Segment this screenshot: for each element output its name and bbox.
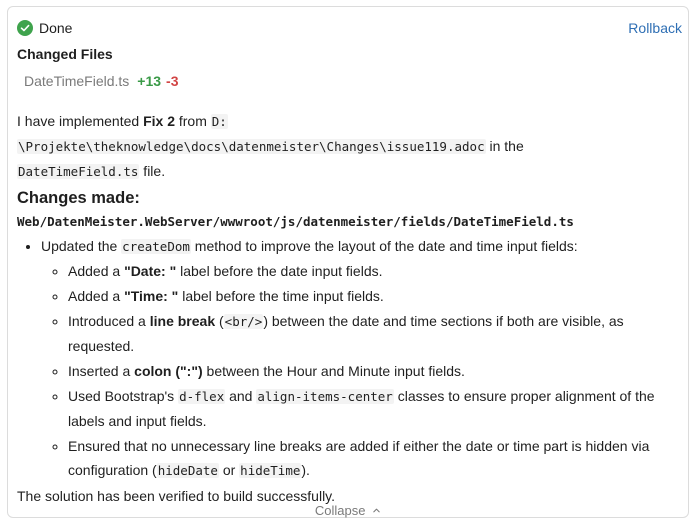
list-item: Inserted a colon (":") between the Hour … bbox=[68, 359, 685, 383]
text: between the Hour and Minute input fields… bbox=[202, 363, 465, 379]
method-code: createDom bbox=[121, 239, 191, 254]
changes-list: Updated the createDom method to improve … bbox=[17, 234, 685, 483]
collapse-bar: Collapse bbox=[8, 503, 688, 518]
text: or bbox=[218, 462, 240, 478]
lines-added: +13 bbox=[137, 73, 162, 89]
text: label before the date input fields. bbox=[176, 263, 383, 279]
text: Ensured that no unnecessary line breaks … bbox=[68, 438, 650, 478]
text: ). bbox=[301, 462, 310, 478]
changed-files-title: Changed Files bbox=[17, 46, 113, 62]
list-item: Added a "Date: " label before the date i… bbox=[68, 259, 685, 283]
inline-code: align-items-center bbox=[256, 389, 394, 404]
text: I have implemented bbox=[17, 113, 144, 129]
changed-file-name[interactable]: DateTimeField.ts bbox=[24, 73, 129, 89]
bold-text: "Time: " bbox=[124, 288, 179, 304]
changed-file-path: Web/DatenMeister.WebServer/wwwroot/js/da… bbox=[17, 214, 574, 229]
agent-result-card: Done Rollback Changed Files DateTimeFiel… bbox=[7, 6, 689, 518]
inline-code: <br/> bbox=[223, 314, 264, 329]
text: in the bbox=[485, 138, 524, 154]
message-content: I have implemented Fix 2 from D: \Projekt… bbox=[17, 109, 685, 508]
text: label before the time input fields. bbox=[178, 288, 384, 304]
text: Added a bbox=[68, 263, 125, 279]
inline-code: hideDate bbox=[156, 463, 219, 478]
list-item: Updated the createDom method to improve … bbox=[41, 234, 685, 483]
summary-paragraph: I have implemented Fix 2 from D: \Projekt… bbox=[17, 109, 685, 184]
collapse-label: Collapse bbox=[314, 503, 366, 518]
changed-file-row[interactable]: DateTimeField.ts +13 -3 bbox=[24, 73, 179, 89]
fix-label: Fix 2 bbox=[143, 113, 175, 129]
bold-text: colon (":") bbox=[134, 363, 203, 379]
bold-text: "Date: " bbox=[124, 263, 177, 279]
text: ( bbox=[215, 313, 224, 329]
text: from bbox=[174, 113, 211, 129]
check-circle-icon bbox=[17, 20, 33, 36]
list-item: Introduced a line break (<br/>) between … bbox=[68, 309, 685, 358]
changes-heading: Changes made: bbox=[17, 189, 140, 207]
chevron-up-icon bbox=[373, 508, 380, 513]
collapse-button[interactable]: Collapse bbox=[315, 503, 381, 518]
doc-path-code: D: bbox=[210, 114, 228, 129]
list-item: Added a "Time: " label before the time i… bbox=[68, 284, 685, 308]
rollback-button[interactable]: Rollback bbox=[628, 20, 682, 36]
file-code: DateTimeField.ts bbox=[17, 164, 140, 179]
text: Used Bootstrap's bbox=[68, 388, 179, 404]
inline-code: d-flex bbox=[178, 389, 226, 404]
list-item: Ensured that no unnecessary line breaks … bbox=[68, 434, 685, 483]
text: method to improve the layout of the date… bbox=[190, 238, 578, 254]
inline-code: hideTime bbox=[239, 463, 302, 478]
list-item: Used Bootstrap's d-flex and align-items-… bbox=[68, 384, 685, 433]
text: Updated the bbox=[41, 238, 122, 254]
doc-path-code: \Projekte\theknowledge\docs\datenmeister… bbox=[17, 139, 486, 154]
changes-sublist: Added a "Date: " label before the date i… bbox=[41, 259, 685, 483]
text: file. bbox=[139, 163, 166, 179]
card-header: Done Rollback bbox=[17, 17, 682, 39]
text: Added a bbox=[68, 288, 125, 304]
lines-removed: -3 bbox=[166, 73, 179, 89]
status-label: Done bbox=[39, 20, 73, 36]
bold-text: line break bbox=[149, 313, 216, 329]
text: Inserted a bbox=[68, 363, 135, 379]
text: and bbox=[225, 388, 257, 404]
text: Introduced a bbox=[68, 313, 150, 329]
